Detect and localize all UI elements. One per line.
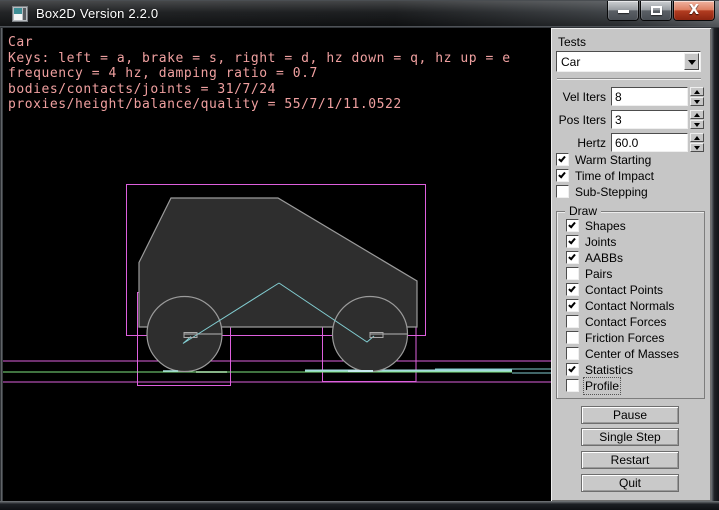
arrow-down-icon <box>694 100 700 104</box>
vel-iters-up-button[interactable] <box>690 87 704 96</box>
frequency-text: frequency = 4 hz, damping ratio = 0.7 <box>8 66 318 81</box>
hertz-up-button[interactable] <box>690 133 704 142</box>
chevron-down-icon <box>688 60 696 65</box>
window-controls: X <box>607 1 715 21</box>
hertz-down-button[interactable] <box>690 143 704 152</box>
test-selected-value: Car <box>561 55 580 69</box>
arrow-down-icon <box>694 123 700 127</box>
pos-iters-label: Pos Iters <box>551 113 606 127</box>
checkbox-icon <box>566 235 579 248</box>
vel-iters-input[interactable] <box>611 87 688 106</box>
pos-iters-input[interactable] <box>611 110 688 129</box>
checkbox-icon <box>566 283 579 296</box>
checkbox-icon <box>556 153 569 166</box>
hertz-label: Hertz <box>551 136 606 150</box>
stats-bodies-text: bodies/contacts/joints = 31/7/24 <box>8 82 276 97</box>
checkbox-icon <box>566 251 579 264</box>
arrow-up-icon <box>694 90 700 94</box>
simulation-canvas[interactable]: Car Keys: left = a, brake = s, right = d… <box>3 28 551 501</box>
vel-iters-down-button[interactable] <box>690 97 704 106</box>
pos-iters-up-button[interactable] <box>690 110 704 119</box>
maximize-icon <box>651 6 662 15</box>
vel-iters-label: Vel Iters <box>551 90 606 104</box>
arrow-down-icon <box>694 146 700 150</box>
vel-iters-stepper <box>690 87 704 106</box>
draw-group-label: Draw <box>565 204 601 218</box>
app-icon <box>12 6 28 22</box>
minimize-button[interactable] <box>607 1 639 21</box>
checkbox-icon <box>566 331 579 344</box>
close-icon: X <box>674 3 714 18</box>
arrow-up-icon <box>694 113 700 117</box>
checkbox-icon <box>566 267 579 280</box>
window-title: Box2D Version 2.2.0 <box>36 6 158 21</box>
hertz-stepper <box>690 133 704 152</box>
maximize-button[interactable] <box>640 1 672 21</box>
window-frame-bottom <box>0 501 719 510</box>
test-title-text: Car <box>8 35 33 50</box>
quit-button[interactable]: Quit <box>581 474 679 492</box>
checkbox-icon <box>566 363 579 376</box>
hertz-input[interactable] <box>611 133 688 152</box>
checkbox-icon <box>566 299 579 312</box>
checkbox-icon <box>566 219 579 232</box>
window-frame-right <box>711 28 719 501</box>
pause-button[interactable]: Pause <box>581 406 679 424</box>
control-panel: Tests Car Vel Iters Pos Iters <box>551 28 711 501</box>
client-area: Car Keys: left = a, brake = s, right = d… <box>3 28 711 501</box>
checkbox-icon <box>566 315 579 328</box>
keys-help-text: Keys: left = a, brake = s, right = d, hz… <box>8 51 511 66</box>
separator <box>557 78 701 80</box>
checkbox-icon <box>556 185 569 198</box>
dropdown-arrow-button[interactable] <box>684 53 699 70</box>
test-select-dropdown[interactable]: Car <box>556 51 701 72</box>
restart-button[interactable]: Restart <box>581 451 679 469</box>
title-bar[interactable]: Box2D Version 2.2.0 X <box>0 0 719 26</box>
checkbox-icon <box>566 379 579 392</box>
single-step-button[interactable]: Single Step <box>581 428 679 446</box>
close-button[interactable]: X <box>673 1 715 21</box>
checkbox-icon <box>566 347 579 360</box>
pos-iters-stepper <box>690 110 704 129</box>
minimize-icon <box>618 10 629 13</box>
pos-iters-down-button[interactable] <box>690 120 704 129</box>
arrow-up-icon <box>694 136 700 140</box>
checkbox-icon <box>556 169 569 182</box>
stats-proxies-text: proxies/height/balance/quality = 55/7/1/… <box>8 97 402 112</box>
tests-label: Tests <box>558 35 586 49</box>
app-window: Box2D Version 2.2.0 X <box>0 0 719 510</box>
